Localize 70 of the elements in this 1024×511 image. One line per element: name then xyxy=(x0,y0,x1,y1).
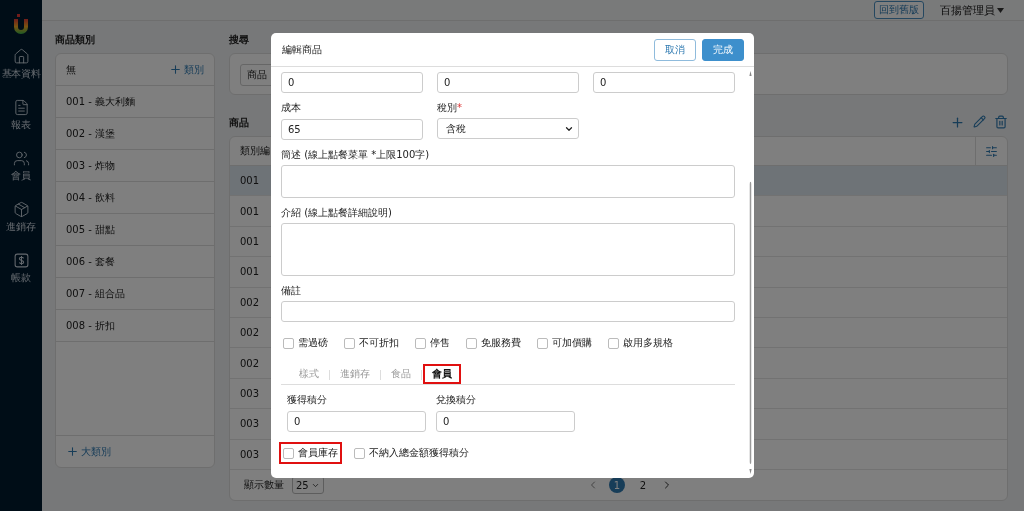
category-item[interactable]: 007 - 組合品 xyxy=(56,278,214,311)
tab[interactable]: 進銷存 xyxy=(333,366,377,382)
sidebar-item[interactable]: 進銷存 xyxy=(0,197,42,238)
dollar-icon xyxy=(12,252,30,269)
box-icon xyxy=(12,201,30,218)
option-checkbox[interactable]: 可加價購 xyxy=(535,334,594,352)
field-label: 獲得積分 xyxy=(287,393,328,407)
option-checkbox[interactable]: 需過磅 xyxy=(281,334,330,352)
sidebar-item[interactable]: 基本資料 xyxy=(0,44,42,85)
option-checkbox[interactable]: 免服務費 xyxy=(464,334,523,352)
text-area[interactable] xyxy=(281,223,735,276)
option-checkbox[interactable]: 不納入總金額獲得積分 xyxy=(352,444,471,462)
sidebar-item[interactable]: 報表 xyxy=(0,95,42,136)
input-field[interactable]: 0 xyxy=(287,411,426,432)
caret-icon xyxy=(997,7,1004,13)
input-field[interactable]: 0 xyxy=(593,72,735,93)
input-field[interactable]: 65 xyxy=(281,119,423,140)
plus-icon xyxy=(66,445,79,459)
sliders-icon[interactable] xyxy=(985,144,998,158)
field-label: 備註 xyxy=(281,284,302,298)
dialog-title: 編輯商品 xyxy=(282,42,323,57)
add-category-button[interactable]: 類別 xyxy=(169,62,204,77)
field-label: 介紹 (線上點餐詳細說明) xyxy=(281,206,393,220)
field-label: 稅別* xyxy=(437,101,463,115)
cancel-button[interactable]: 取消 xyxy=(654,38,696,61)
text-area[interactable] xyxy=(281,165,735,198)
section-title: 商品類別 xyxy=(55,33,96,48)
tab[interactable]: 食品 xyxy=(384,366,418,382)
tab[interactable]: 樣式 xyxy=(292,366,326,382)
category-item[interactable]: 002 - 漢堡 xyxy=(56,118,214,151)
category-item[interactable]: 005 - 甜點 xyxy=(56,214,214,247)
document-icon xyxy=(12,99,30,116)
field-label: 兌換積分 xyxy=(436,393,477,407)
legacy-version-button[interactable]: 回到舊版 xyxy=(874,1,924,20)
input-field[interactable]: 0 xyxy=(437,72,579,93)
category-item[interactable]: 008 - 折扣 xyxy=(56,310,214,343)
tax-select[interactable]: 含稅 xyxy=(437,118,579,139)
option-checkbox[interactable]: 停售 xyxy=(413,334,452,352)
scrollbar[interactable] xyxy=(749,71,752,474)
add-main-category-button[interactable]: 大類別 xyxy=(66,444,111,459)
option-checkbox[interactable]: 啟用多規格 xyxy=(606,334,675,352)
input-field[interactable] xyxy=(281,301,735,322)
field-label: 簡述 (線上點餐菜單 *上限100字) xyxy=(281,148,431,162)
section-title: 商品 xyxy=(229,115,249,130)
users-icon xyxy=(12,150,30,167)
category-item[interactable]: 006 - 套餐 xyxy=(56,246,214,279)
category-item[interactable]: 004 - 飲料 xyxy=(56,182,214,215)
field-label: 成本 xyxy=(281,101,302,115)
tab[interactable]: 會員 xyxy=(425,366,459,382)
page-button[interactable]: 2 xyxy=(635,477,651,493)
input-field[interactable]: 0 xyxy=(281,72,423,93)
category-item[interactable]: 001 - 義大利麵 xyxy=(56,86,214,119)
option-checkbox[interactable]: 會員庫存 xyxy=(281,444,340,462)
user-menu[interactable]: 百揚管理員 xyxy=(934,1,1010,19)
page-size-label: 顯示數量 xyxy=(244,478,284,492)
pencil-icon[interactable] xyxy=(973,115,986,129)
category-header: 無 xyxy=(66,62,76,77)
trash-icon[interactable] xyxy=(994,115,1008,130)
confirm-button[interactable]: 完成 xyxy=(702,38,744,61)
home-icon xyxy=(12,48,30,65)
add-icon[interactable] xyxy=(950,115,965,131)
option-checkbox[interactable]: 不可折扣 xyxy=(342,334,401,352)
sidebar-item[interactable]: 會員 xyxy=(0,146,42,187)
logo-icon xyxy=(13,14,29,34)
category-item[interactable]: 003 - 炸物 xyxy=(56,150,214,183)
section-title: 搜尋 xyxy=(229,33,250,48)
sidebar-item[interactable]: 帳款 xyxy=(0,248,42,289)
input-field[interactable]: 0 xyxy=(436,411,575,432)
plus-icon xyxy=(169,63,182,77)
column-header: 類別編 xyxy=(239,144,270,159)
